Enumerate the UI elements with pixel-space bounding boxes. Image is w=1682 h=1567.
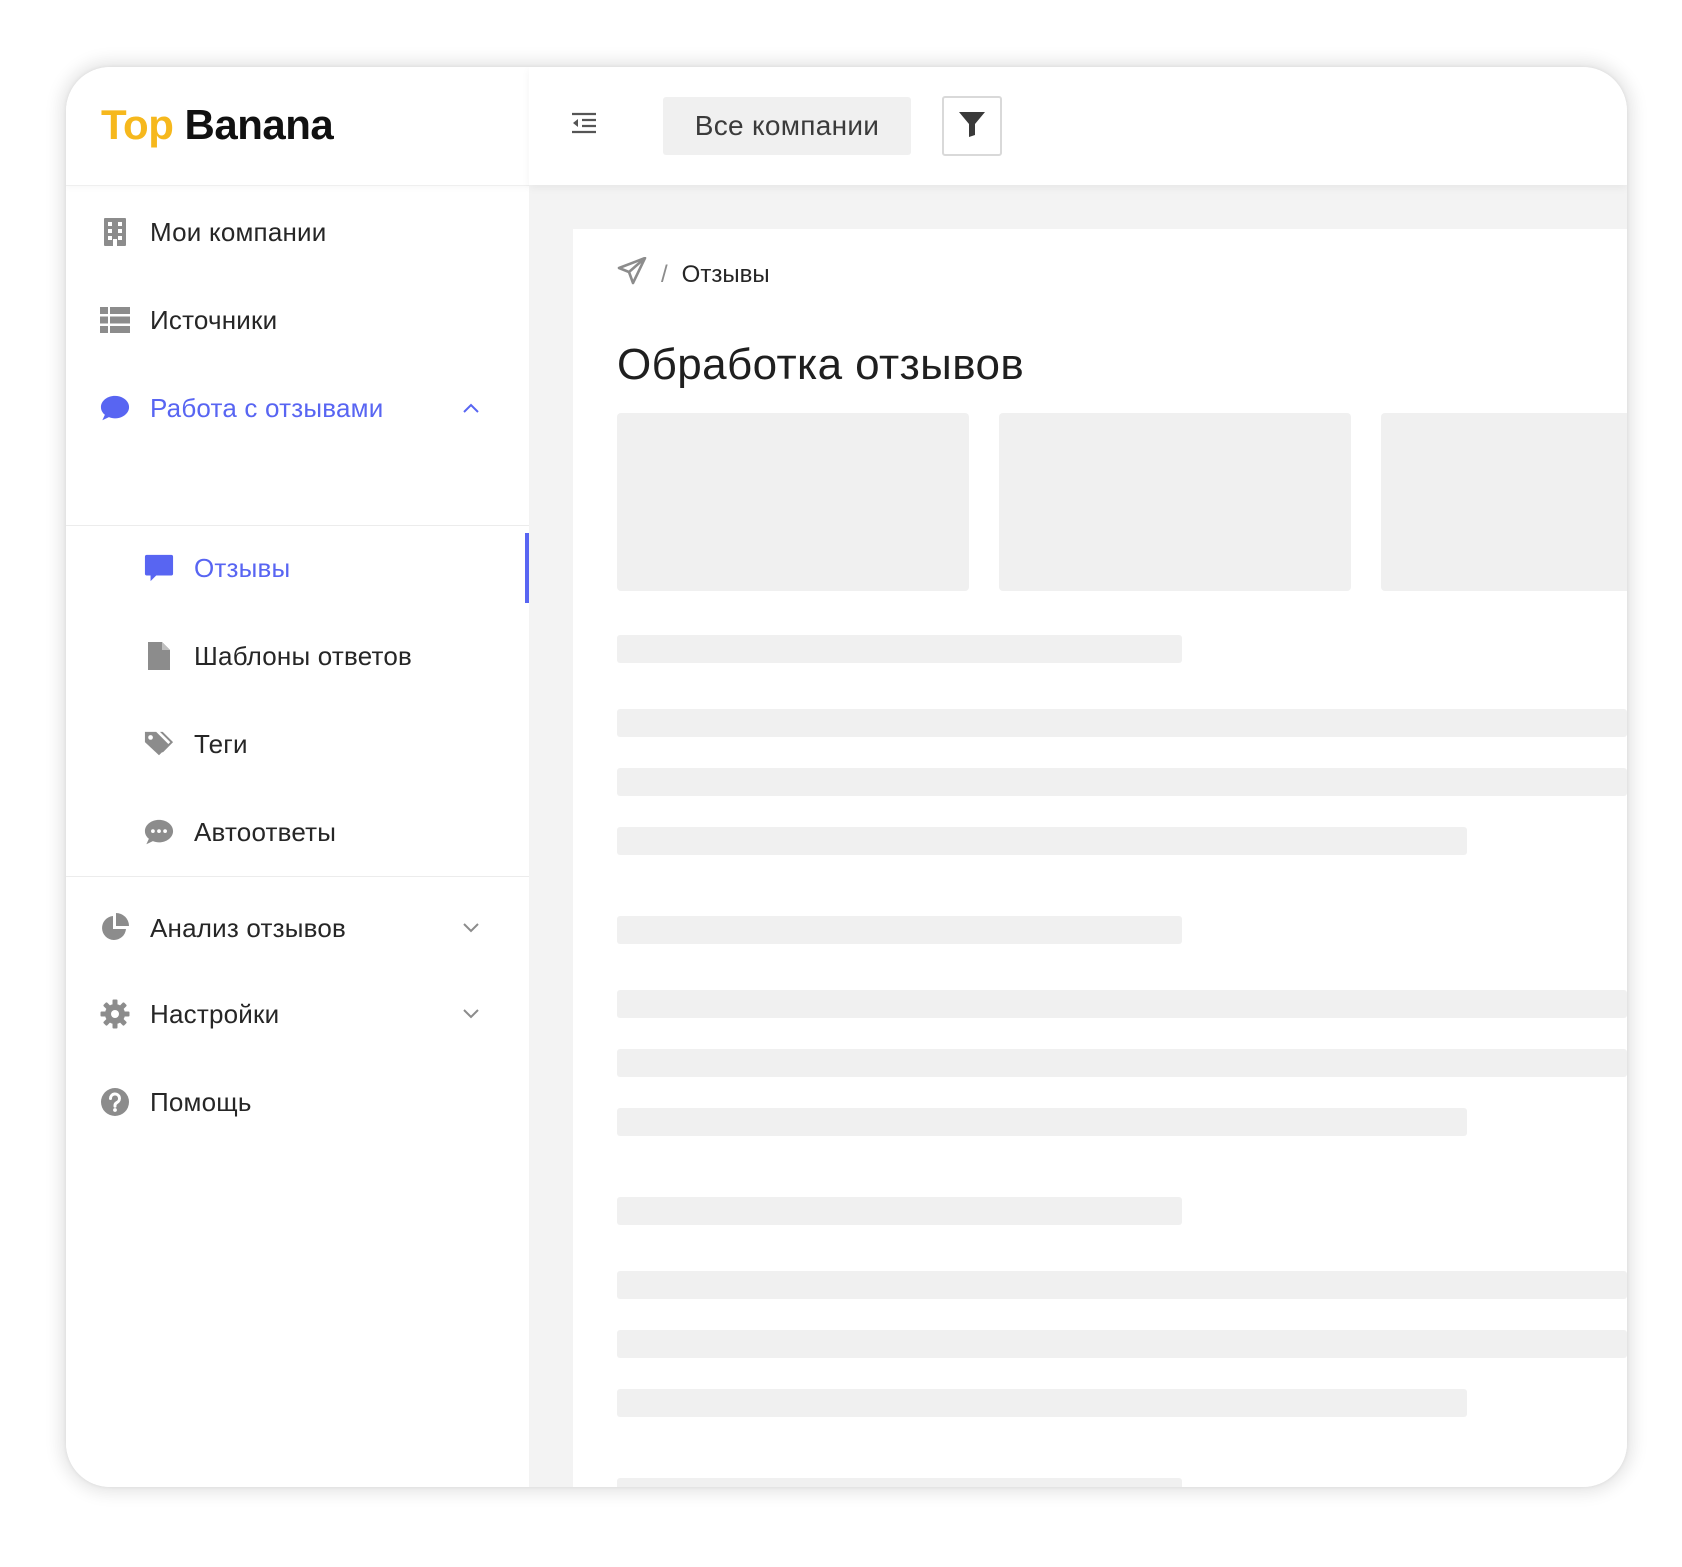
skeleton-line (617, 1389, 1467, 1417)
chevron-up-icon (461, 398, 481, 418)
sidebar-item-label: Работа с отзывами (150, 392, 384, 423)
tags-icon (144, 729, 174, 759)
sidebar-item-settings[interactable]: Настройки (66, 979, 529, 1049)
skeleton-stat-card (1381, 413, 1627, 591)
gear-icon (100, 999, 130, 1029)
sidebar-item-label: Автоответы (194, 816, 337, 847)
app-window: Top Banana Мои компании Источники Работа… (66, 67, 1627, 1487)
skeleton-stat-card (999, 413, 1351, 591)
sidebar-item-label: Настройки (150, 998, 280, 1029)
question-circle-icon (100, 1087, 130, 1117)
sidebar-item-sources[interactable]: Источники (66, 285, 529, 355)
pie-chart-icon (100, 913, 130, 943)
sidebar-item-autoreplies[interactable]: Автоответы (66, 797, 529, 867)
company-selector-button[interactable]: Все компании (663, 97, 911, 155)
skeleton-line (617, 635, 1182, 663)
sidebar-item-label: Источники (150, 304, 278, 335)
sidebar-item-tags[interactable]: Теги (66, 709, 529, 779)
logo-banana: Banana (184, 101, 334, 148)
table-list-icon (100, 305, 130, 335)
content-card: / Отзывы Обработка отзывов (573, 229, 1627, 1487)
building-icon (100, 217, 130, 247)
breadcrumb-separator: / (661, 260, 668, 288)
sidebar-item-label: Мои компании (150, 216, 327, 247)
skeleton-stat-card (617, 413, 969, 591)
comment-dots-icon (144, 817, 174, 847)
breadcrumb: / Отзывы (617, 256, 770, 292)
skeleton-line (617, 1271, 1627, 1299)
chat-bubble-icon (100, 393, 130, 423)
logo-top: Top (101, 101, 174, 148)
sidebar: Top Banana Мои компании Источники Работа… (66, 67, 530, 1487)
skeleton-line (617, 916, 1182, 944)
top-header: Все компании (529, 67, 1627, 185)
sidebar-item-label: Отзывы (194, 552, 291, 583)
skeleton-line (617, 1197, 1182, 1225)
skeleton-line (617, 768, 1627, 796)
sidebar-item-label: Шаблоны ответов (194, 640, 413, 671)
chevron-down-icon (461, 918, 481, 938)
skeleton-line (617, 1478, 1182, 1487)
logo[interactable]: Top Banana (101, 101, 334, 149)
sidebar-item-label: Анализ отзывов (150, 912, 346, 943)
menu-fold-icon[interactable] (569, 108, 599, 138)
send-icon[interactable] (617, 256, 647, 292)
skeleton-line (617, 1108, 1467, 1136)
skeleton-line (617, 1330, 1627, 1358)
sidebar-item-my-companies[interactable]: Мои компании (66, 197, 529, 267)
sidebar-item-review-analysis[interactable]: Анализ отзывов (66, 893, 529, 963)
brand-bar: Top Banana (66, 67, 529, 186)
sidebar-item-label: Теги (194, 728, 248, 759)
sidebar-item-reply-templates[interactable]: Шаблоны ответов (66, 621, 529, 691)
content-area: / Отзывы Обработка отзывов (529, 185, 1627, 1487)
filter-button[interactable] (942, 96, 1002, 156)
skeleton-line (617, 827, 1467, 855)
page-title: Обработка отзывов (617, 340, 1025, 390)
sidebar-item-label: Помощь (150, 1086, 252, 1117)
skeleton-line (617, 709, 1627, 737)
filter-icon (958, 110, 986, 143)
sidebar-item-help[interactable]: Помощь (66, 1067, 529, 1137)
chevron-down-icon (461, 1004, 481, 1024)
skeleton-line (617, 990, 1627, 1018)
sidebar-item-review-work[interactable]: Работа с отзывами (66, 373, 529, 443)
file-icon (144, 641, 174, 671)
skeleton-line (617, 1049, 1627, 1077)
message-icon (144, 553, 174, 583)
sidebar-item-reviews[interactable]: Отзывы (66, 533, 529, 603)
breadcrumb-current: Отзывы (681, 260, 770, 288)
